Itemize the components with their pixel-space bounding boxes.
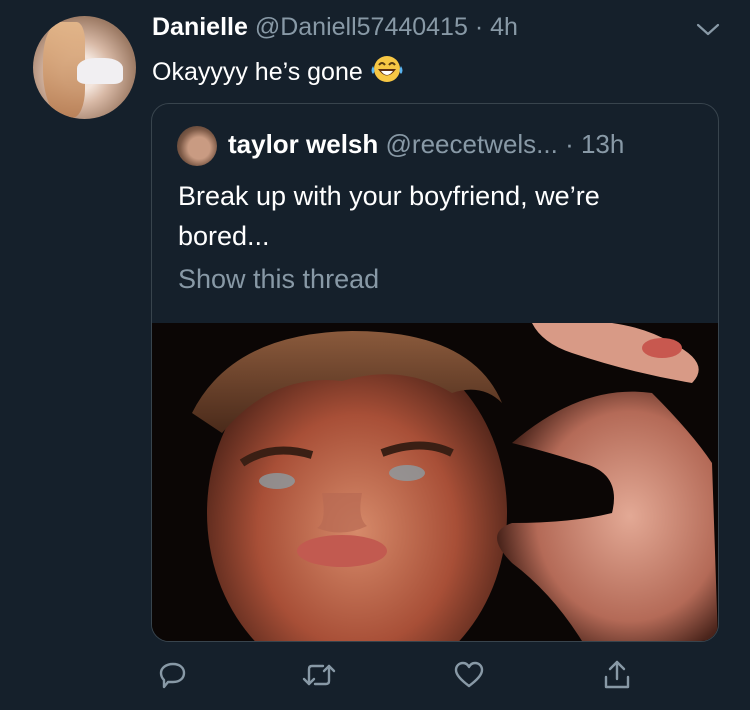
photo-illustration [152,323,718,641]
author-avatar[interactable] [33,16,136,119]
show-thread-link[interactable]: Show this thread [178,264,379,295]
tweet-action-bar [0,655,750,700]
laughing-tears-emoji [370,54,404,91]
quoted-tweet-header: taylor welsh @reecetwels... · 13h [228,129,624,160]
tweet-timestamp[interactable]: 4h [490,13,518,41]
tweet-body: Okayyyy he’s gone [152,58,363,86]
author-handle[interactable]: @Daniell57440415 [255,13,468,41]
quoted-author-display-name[interactable]: taylor welsh [228,129,378,159]
meta-separator: · [474,13,484,41]
avatar-detail [77,58,123,84]
author-display-name[interactable]: Danielle [152,13,248,41]
tweet-header: Danielle @Daniell57440415 · 4h [152,13,518,42]
reply-icon[interactable] [153,655,193,695]
tweet-text: Okayyyy he’s gone [152,54,404,91]
share-icon[interactable] [597,655,637,695]
like-icon[interactable] [449,655,489,695]
quoted-tweet-card[interactable]: taylor welsh @reecetwels... · 13h Break … [151,103,719,642]
quoted-tweet-photo[interactable] [152,323,718,641]
quoted-tweet-timestamp[interactable]: · 13h [565,129,624,159]
chevron-down-icon[interactable] [695,20,721,40]
quoted-author-avatar[interactable] [177,126,217,166]
retweet-icon[interactable] [299,655,339,695]
quoted-tweet-text: Break up with your boyfriend, we’re bore… [178,181,600,251]
quoted-author-handle[interactable]: @reecetwels... [386,129,558,159]
